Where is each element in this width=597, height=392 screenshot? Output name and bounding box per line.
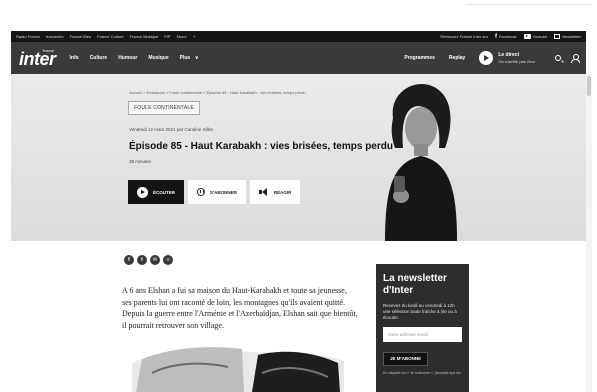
- nav-item-info[interactable]: Info: [70, 55, 79, 61]
- nav-item-culture[interactable]: Culture: [90, 55, 108, 61]
- react-button[interactable]: RÉAGIR: [249, 180, 301, 204]
- play-live-icon: [479, 51, 494, 65]
- mail-icon: [554, 34, 561, 39]
- nav-menu: Info Culture Humour Musique Plus ∨: [70, 55, 199, 61]
- episode-hero: Accueil > Émissions > Foule continentale…: [11, 74, 586, 241]
- episode-date-author: Vendredi 12 mars 2021 par Caroline Gille…: [129, 127, 213, 132]
- newsletter-description: Recevez du lundi au vendredi à 12h une s…: [383, 303, 457, 320]
- link-fip[interactable]: FIP: [164, 34, 170, 39]
- newsletter-label: Newsletter: [562, 34, 581, 39]
- nav-right: Programmes Replay Le direct On n'arrête …: [404, 51, 580, 65]
- main-nav: inter france Info Culture Humour Musique…: [11, 42, 586, 74]
- newsletter-legal: En cliquant sur « Je m'abonne », j'accep…: [383, 370, 461, 375]
- youtube-icon: [523, 34, 531, 39]
- listen-label: ÉCOUTER: [153, 189, 176, 195]
- youtube-link[interactable]: Youtube: [523, 34, 548, 39]
- social-links: Retrouvez France Inter sur f Facebook Yo…: [440, 34, 581, 40]
- link-mouv[interactable]: Mouv': [177, 34, 188, 39]
- address-bar-edge: [466, 4, 591, 15]
- link-radio-france[interactable]: Radio France: [16, 34, 40, 39]
- link-franceinfo[interactable]: franceinfo: [46, 34, 64, 39]
- scrollbar-track[interactable]: [586, 74, 592, 392]
- link-france-musique[interactable]: France Musique: [130, 34, 159, 39]
- user-icon[interactable]: [571, 54, 580, 63]
- programmes-link[interactable]: Programmes: [404, 55, 435, 61]
- subscribe-button[interactable]: S'ABONNER: [188, 180, 246, 204]
- play-icon: [137, 186, 148, 198]
- youtube-label: Youtube: [532, 34, 548, 39]
- nav-item-musique[interactable]: Musique: [148, 55, 168, 61]
- network-links: Radio France franceinfo France Bleu Fran…: [16, 34, 195, 39]
- nav-icons: [555, 54, 580, 63]
- newsletter-link[interactable]: Newsletter: [554, 34, 581, 39]
- show-tag[interactable]: FOULE CONTINENTALE: [128, 101, 200, 115]
- email-field[interactable]: [383, 327, 462, 342]
- nav-item-plus-label: Plus: [179, 55, 191, 61]
- subscribe-label: S'ABONNER: [210, 189, 237, 195]
- live-player[interactable]: Le direct On n'arrête pas l'éco: [479, 51, 535, 65]
- episode-actions: ÉCOUTER S'ABONNER RÉAGIR: [128, 180, 301, 204]
- facebook-label: Facebook: [498, 34, 517, 39]
- chevron-down-icon: ∨: [194, 55, 199, 61]
- facebook-icon: f: [494, 33, 497, 40]
- podcast-icon: [197, 188, 206, 196]
- newsletter-title: La newsletter d'Inter: [383, 273, 447, 296]
- megaphone-icon: [258, 188, 269, 196]
- article-illustration: [132, 347, 344, 392]
- live-program: On n'arrête pas l'éco: [498, 59, 535, 64]
- search-icon[interactable]: [555, 55, 561, 61]
- retrouvez-label: Retrouvez France Inter sur: [440, 34, 488, 39]
- email-share-icon[interactable]: ✉: [150, 255, 160, 265]
- host-photo: [385, 84, 457, 241]
- logo-france-small: france: [43, 48, 55, 53]
- facebook-share-icon[interactable]: f: [124, 255, 134, 265]
- nav-item-plus[interactable]: Plus ∨: [180, 55, 199, 61]
- replay-link[interactable]: Replay: [449, 55, 465, 61]
- listen-button[interactable]: ÉCOUTER: [128, 180, 185, 204]
- embed-share-icon[interactable]: ‹›: [163, 255, 173, 265]
- france-inter-logo[interactable]: inter france: [19, 47, 56, 69]
- share-buttons: f t ✉ ‹›: [124, 255, 173, 265]
- facebook-link[interactable]: f Facebook: [495, 34, 517, 40]
- scrollbar-thumb[interactable]: [587, 76, 591, 96]
- episode-duration: 38 minutes: [129, 159, 152, 164]
- link-more-stations[interactable]: +: [193, 34, 195, 39]
- twitter-share-icon[interactable]: t: [137, 255, 147, 265]
- newsletter-box: La newsletter d'Inter Recevez du lundi a…: [376, 264, 469, 392]
- radio-france-bar: Radio France franceinfo France Bleu Fran…: [11, 31, 586, 42]
- breadcrumb[interactable]: Accueil > Émissions > Foule continentale…: [129, 90, 306, 95]
- live-label: Le direct: [498, 52, 520, 58]
- live-text: Le direct On n'arrête pas l'éco: [498, 52, 535, 64]
- nav-item-humour[interactable]: Humour: [118, 55, 137, 61]
- react-label: RÉAGIR: [273, 189, 292, 195]
- newsletter-subscribe-button[interactable]: JE M'ABONNE: [383, 351, 429, 366]
- browser-top-area: [0, 0, 597, 30]
- page-title: Épisode 85 - Haut Karabakh : vies brisée…: [129, 141, 393, 152]
- link-france-culture[interactable]: France Culture: [97, 34, 123, 39]
- link-france-bleu[interactable]: France Bleu: [70, 34, 92, 39]
- article-intro: A 6 ans Elshan a fui sa maison du Haut-K…: [122, 286, 358, 330]
